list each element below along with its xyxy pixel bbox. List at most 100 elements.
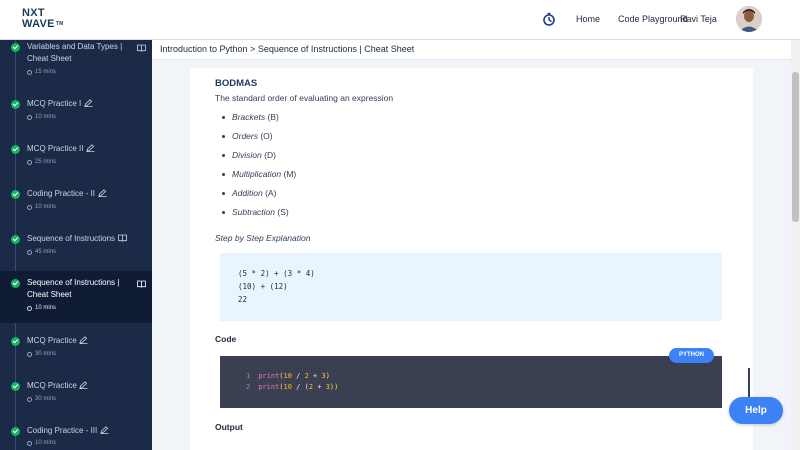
clock-icon <box>27 114 32 120</box>
python-language-badge: PYTHON <box>669 348 714 363</box>
nav-code-playground-link[interactable]: Code Playground <box>618 14 688 24</box>
pencil-icon <box>84 99 93 107</box>
sidebar-item-mcq-practice-2[interactable]: MCQ Practice II 25 mins <box>0 141 152 171</box>
clock-icon <box>27 204 32 210</box>
course-sidebar: Variables and Data Types | Cheat Sheet 1… <box>0 40 152 450</box>
clock-icon <box>27 396 32 402</box>
list-item-abbr: (S) <box>275 207 289 217</box>
completed-check-icon <box>11 145 20 154</box>
pencil-icon <box>100 426 109 434</box>
completed-check-icon <box>11 100 20 109</box>
list-item-term: Division <box>232 150 262 160</box>
sidebar-item-sequence-of-instructions[interactable]: Sequence of Instructions 45 mins <box>0 231 152 261</box>
list-item-abbr: (O) <box>257 131 273 141</box>
list-item: Subtraction (S) <box>222 207 296 226</box>
list-item-term: Brackets <box>232 112 266 122</box>
help-button[interactable]: Help <box>729 397 783 424</box>
sidebar-item-title: Coding Practice - III <box>27 426 98 435</box>
sidebar-item-duration: 15 mins <box>27 69 56 75</box>
pencil-icon <box>79 381 88 389</box>
nav-home-link[interactable]: Home <box>576 14 600 24</box>
list-item: Multiplication (M) <box>222 169 296 188</box>
sidebar-item-duration: 45 mins <box>27 249 56 255</box>
pencil-icon <box>86 144 95 152</box>
completed-check-icon <box>11 190 20 199</box>
clock-icon <box>27 351 32 357</box>
section-description: The standard order of evaluating an expr… <box>215 93 394 103</box>
logo-tm: TM <box>55 21 64 27</box>
sidebar-item-sequence-cheat-sheet[interactable]: Sequence of Instructions | Cheat Sheet 1… <box>0 271 152 323</box>
code-fn: print <box>258 372 280 380</box>
sidebar-item-title: MCQ Practice I <box>27 99 82 108</box>
sidebar-item-title: MCQ Practice <box>27 336 77 345</box>
list-item-term: Subtraction <box>232 207 275 217</box>
pencil-icon <box>79 336 88 344</box>
sidebar-item-duration: 10 mins <box>27 204 56 210</box>
clock-icon <box>27 440 32 446</box>
section-heading-bodmas: BODMAS <box>215 78 258 89</box>
code-paren: ) <box>325 372 330 380</box>
code-op: / <box>291 372 305 380</box>
code-op: / ( <box>291 383 309 391</box>
list-item: Orders (O) <box>222 131 296 150</box>
stopwatch-icon[interactable] <box>542 12 556 26</box>
output-heading: Output <box>215 422 243 432</box>
breadcrumb-text[interactable]: Introduction to Python > Sequence of Ins… <box>160 44 414 54</box>
completed-check-icon <box>11 427 20 436</box>
code-line-2: 2 print(10 / (2 + 3)) <box>246 383 338 391</box>
clock-icon <box>27 249 32 255</box>
step-line-2: (10) + (12) <box>238 282 288 291</box>
sidebar-item-title: Variables and Data Types | <box>27 42 123 51</box>
list-item-abbr: (A) <box>262 188 277 198</box>
code-op: + <box>313 383 326 391</box>
sidebar-item-mcq-practice-a[interactable]: MCQ Practice 30 mins <box>0 333 152 363</box>
book-icon <box>137 280 146 288</box>
list-item: Addition (A) <box>222 188 296 207</box>
sidebar-item-title: Sequence of Instructions | <box>27 278 120 287</box>
code-heading: Code <box>215 334 237 344</box>
sidebar-item-duration: 30 mins <box>27 396 56 402</box>
book-icon <box>137 44 146 52</box>
sidebar-item-coding-practice-2[interactable]: Coding Practice - II 10 mins <box>0 186 152 216</box>
sidebar-item-mcq-practice-b[interactable]: MCQ Practice 30 mins <box>0 378 152 408</box>
list-item: Brackets (B) <box>222 112 296 131</box>
list-item-term: Orders <box>232 131 258 141</box>
list-item-abbr: (M) <box>281 169 297 179</box>
user-avatar[interactable] <box>736 6 762 32</box>
completed-check-icon <box>11 279 20 288</box>
clock-icon <box>27 305 32 311</box>
sidebar-item-title-line-2: Cheat Sheet <box>27 54 72 63</box>
bodmas-list: Brackets (B) Orders (O) Division (D) Mul… <box>222 112 296 226</box>
sidebar-item-title: MCQ Practice II <box>27 144 84 153</box>
code-line-1: 1 print(10 / 2 + 3) <box>246 372 330 380</box>
sidebar-item-title-line-2: Cheat Sheet <box>27 290 72 299</box>
sidebar-item-duration: 10 mins <box>27 305 56 311</box>
completed-check-icon <box>11 235 20 244</box>
page-scrollbar-thumb[interactable] <box>792 72 799 222</box>
completed-check-icon <box>11 382 20 391</box>
sidebar-item-duration: 10 mins <box>27 440 56 446</box>
sidebar-item-title: Sequence of Instructions <box>27 234 116 243</box>
sidebar-item-duration: 25 mins <box>27 159 56 165</box>
code-fn: print <box>258 383 280 391</box>
step-explanation-box <box>220 253 722 321</box>
clock-icon <box>27 159 32 165</box>
code-paren: )) <box>329 383 339 391</box>
code-op: + <box>308 372 322 380</box>
logo-line-2: WAVETM <box>22 18 64 30</box>
code-editor[interactable] <box>220 356 722 408</box>
user-name[interactable]: Ravi Teja <box>680 14 717 24</box>
clock-icon <box>27 69 32 75</box>
sidebar-item-variables-cheat-sheet[interactable]: Variables and Data Types | Cheat Sheet 1… <box>0 40 152 82</box>
completed-check-icon <box>11 43 20 52</box>
sidebar-item-coding-practice-3[interactable]: Coding Practice - III 10 mins <box>0 423 152 450</box>
sidebar-item-mcq-practice-1[interactable]: MCQ Practice I 10 mins <box>0 96 152 126</box>
line-number: 2 <box>246 383 251 391</box>
sidebar-item-title: Coding Practice - II <box>27 189 96 198</box>
sidebar-item-title: MCQ Practice <box>27 381 77 390</box>
nxtwave-logo[interactable]: NXT WAVETM <box>22 8 72 32</box>
list-item-abbr: (B) <box>265 112 279 122</box>
pencil-icon <box>98 189 107 197</box>
list-item-term: Addition <box>232 188 263 198</box>
list-item-term: Multiplication <box>232 169 282 179</box>
